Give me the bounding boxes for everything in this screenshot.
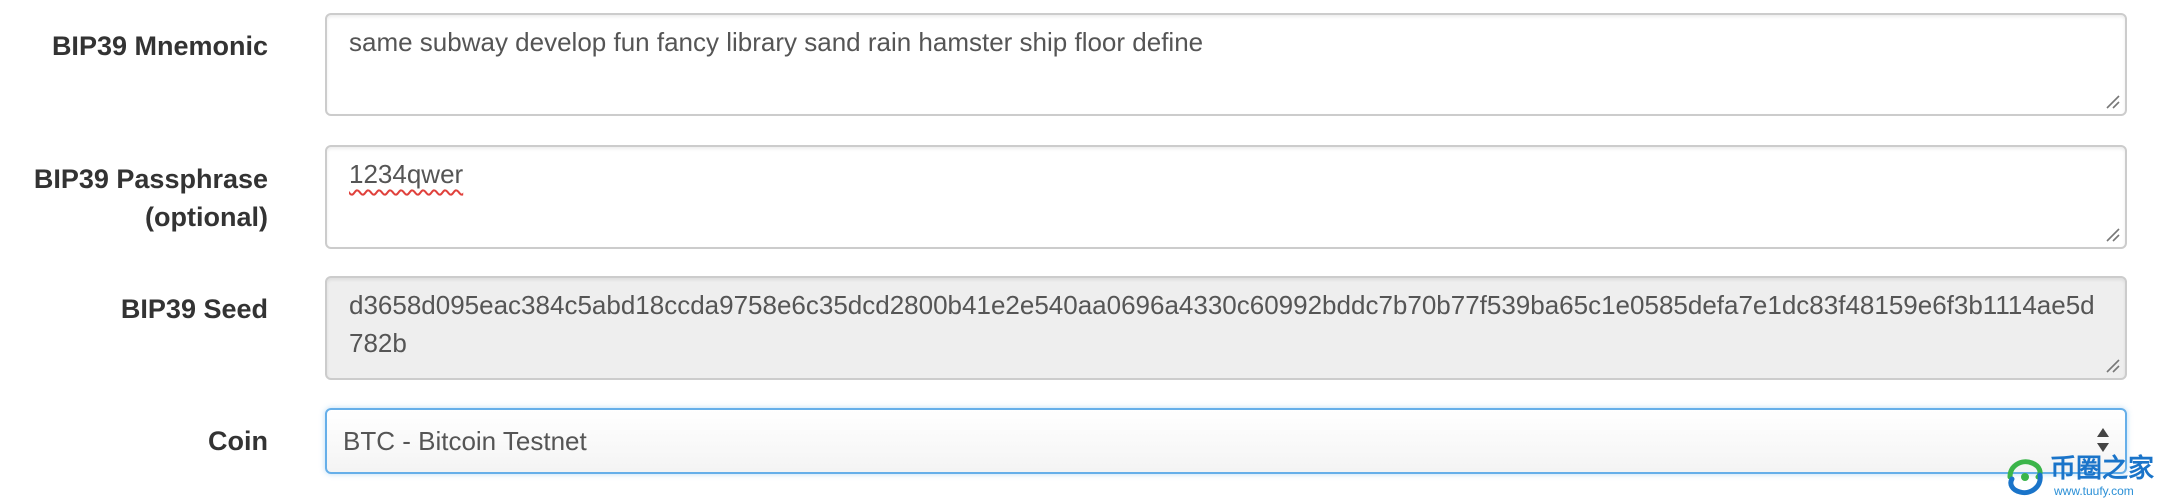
watermark-url: www.tuufy.com bbox=[2054, 484, 2134, 498]
coin-label: Coin bbox=[208, 426, 268, 456]
seed-textarea[interactable]: d3658d095eac384c5abd18ccda9758e6c35dcd28… bbox=[325, 276, 2127, 380]
watermark-title: 币圈之家 bbox=[2050, 453, 2155, 483]
mnemonic-value: same subway develop fun fancy library sa… bbox=[349, 27, 1204, 57]
mnemonic-textarea[interactable]: same subway develop fun fancy library sa… bbox=[325, 13, 2127, 116]
passphrase-label: BIP39 Passphrase (optional) bbox=[0, 160, 268, 236]
passphrase-textarea[interactable]: 1234qwer bbox=[325, 145, 2127, 249]
passphrase-label-line2: (optional) bbox=[145, 202, 268, 232]
bip39-form: BIP39 Mnemonic same subway develop fun f… bbox=[0, 0, 2162, 500]
resize-grip-icon[interactable] bbox=[2105, 94, 2121, 110]
passphrase-label-line1: BIP39 Passphrase bbox=[33, 164, 268, 194]
seed-label: BIP39 Seed bbox=[120, 294, 268, 324]
watermark-logo-icon bbox=[2007, 459, 2043, 496]
seed-value: d3658d095eac384c5abd18ccda9758e6c35dcd28… bbox=[349, 290, 2095, 358]
passphrase-value: 1234qwer bbox=[349, 159, 464, 189]
resize-grip-icon[interactable] bbox=[2105, 227, 2121, 243]
coin-select[interactable]: BTC - Bitcoin Testnet bbox=[325, 408, 2127, 474]
mnemonic-label: BIP39 Mnemonic bbox=[51, 31, 268, 61]
resize-grip-icon[interactable] bbox=[2105, 358, 2121, 374]
coin-selected-value: BTC - Bitcoin Testnet bbox=[343, 426, 587, 456]
watermark: 币圈之家 www.tuufy.com bbox=[2002, 451, 2162, 500]
